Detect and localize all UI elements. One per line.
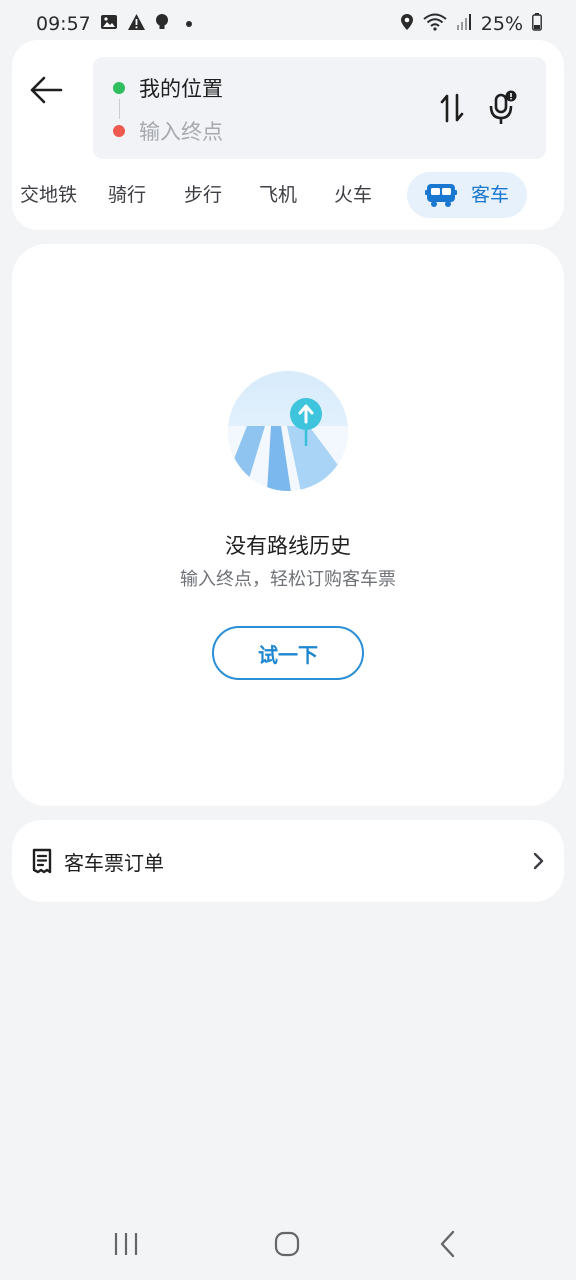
destination-dot-icon	[113, 125, 125, 137]
try-button[interactable]: 试一下	[212, 626, 364, 680]
microphone-icon	[489, 90, 517, 124]
bus-icon	[425, 184, 457, 207]
recent-apps-icon	[114, 1233, 138, 1255]
battery-level: 25%	[480, 13, 523, 35]
dot-icon	[185, 21, 192, 27]
tab-train[interactable]: 火车	[334, 172, 372, 218]
back-nav-button[interactable]	[428, 1226, 468, 1262]
tab-subway[interactable]: 交地铁	[20, 172, 77, 218]
home-button[interactable]	[267, 1226, 307, 1262]
image-icon	[100, 13, 118, 36]
back-chevron-icon	[440, 1230, 455, 1258]
origin-field[interactable]: 我的位置	[113, 73, 223, 103]
swap-button[interactable]	[436, 90, 468, 126]
status-right: 25%	[400, 12, 542, 36]
orders-label: 客车票订单	[64, 850, 164, 875]
status-time: 09:57	[36, 13, 91, 35]
chevron-right-icon	[530, 851, 546, 871]
tab-walking-label: 步行	[184, 184, 223, 206]
route-input-box: 我的位置 输入终点	[93, 57, 546, 159]
destination-placeholder: 输入终点	[139, 120, 223, 144]
origin-dot-icon	[113, 82, 125, 94]
signal-icon	[456, 13, 472, 36]
destination-field[interactable]: 输入终点	[113, 116, 223, 146]
tab-flight[interactable]: 飞机	[259, 172, 297, 218]
tab-cycling-label: 骑行	[108, 184, 147, 206]
tab-walking[interactable]: 步行	[184, 172, 222, 218]
swap-icon	[440, 93, 464, 123]
origin-text: 我的位置	[139, 77, 223, 101]
battery-icon	[532, 12, 542, 36]
back-button[interactable]	[26, 68, 66, 112]
bulb-icon	[155, 13, 169, 36]
home-icon	[274, 1231, 300, 1257]
tab-train-label: 火车	[334, 184, 373, 206]
tab-coach[interactable]: 客车	[407, 172, 527, 218]
tab-coach-label: 客车	[471, 184, 510, 206]
location-icon	[400, 13, 414, 36]
system-navigation-bar	[0, 1208, 576, 1280]
empty-route-illustration	[228, 371, 348, 491]
back-arrow-icon	[30, 76, 63, 104]
wifi-icon	[423, 13, 447, 36]
ticket-icon	[30, 847, 54, 875]
empty-subtitle: 输入终点，轻松订购客车票	[180, 569, 396, 590]
status-left: 09:57	[36, 13, 192, 36]
warning-icon	[127, 13, 146, 36]
coach-ticket-orders-row[interactable]: 客车票订单	[12, 820, 564, 902]
tab-cycling[interactable]: 骑行	[108, 172, 146, 218]
voice-input-button[interactable]	[486, 88, 520, 128]
empty-title: 没有路线历史	[225, 534, 351, 558]
route-history-card: 没有路线历史 输入终点，轻松订购客车票 试一下	[12, 244, 564, 806]
tab-subway-label: 交地铁	[20, 184, 78, 206]
transport-mode-tabs: 交地铁 骑行 步行 飞机 火车 客车	[12, 172, 564, 218]
tab-flight-label: 飞机	[259, 184, 298, 206]
route-header-card: 我的位置 输入终点 交地铁 骑行 步行 飞机 火车 客车	[12, 40, 564, 230]
recent-apps-button[interactable]	[106, 1226, 146, 1262]
